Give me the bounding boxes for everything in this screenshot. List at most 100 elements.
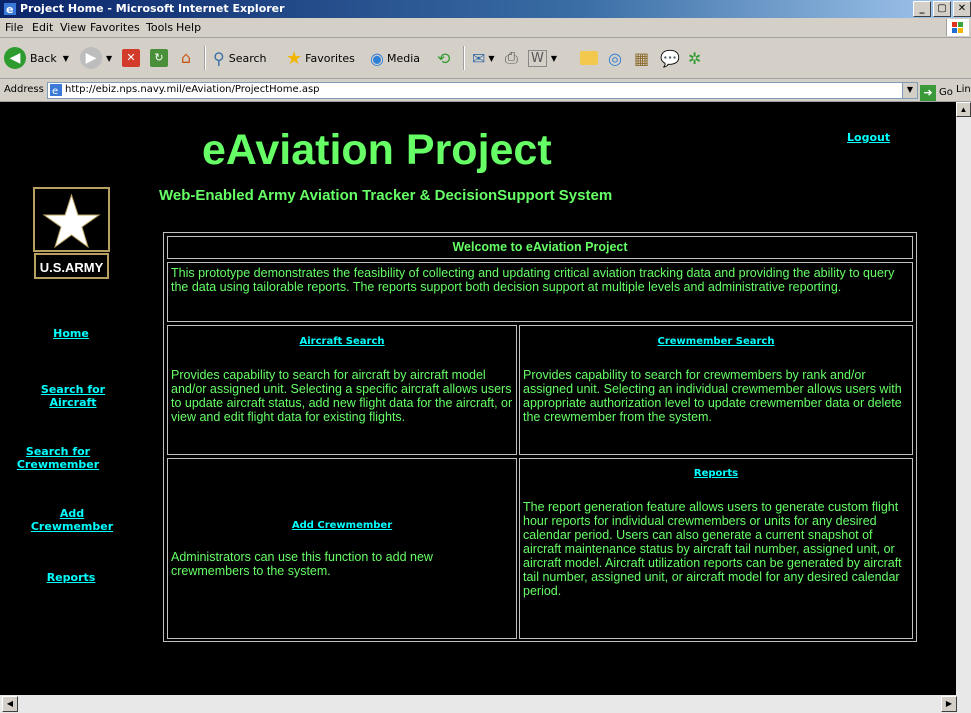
home-button[interactable]: ⌂ (176, 46, 196, 70)
address-input[interactable]: e http://ebiz.nps.navy.mil/eAviation/Pro… (47, 82, 918, 99)
print-button[interactable]: ⎙ (505, 46, 518, 70)
nav-search-aircraft-label-2: Aircraft (49, 396, 97, 409)
address-bar: Address e http://ebiz.nps.navy.mil/eAvia… (0, 79, 971, 102)
window-title-bar: e Project Home - Microsoft Internet Expl… (0, 0, 971, 18)
menu-favorites[interactable]: Favorites (90, 18, 140, 37)
nav-search-crew-label-2: Crewmember (16, 458, 100, 471)
nav-reports-link[interactable]: Reports (21, 571, 121, 584)
svg-text:e: e (52, 86, 58, 96)
media-label: Media (386, 51, 421, 65)
add-crewmember-cell: Add Crewmember Administrators can use th… (167, 458, 517, 639)
us-army-logo: U.S.ARMY (33, 187, 110, 294)
stop-button[interactable]: ✕ (122, 46, 140, 70)
people-icon: ✲ (688, 48, 702, 68)
address-dropdown-icon[interactable]: ▼ (902, 83, 917, 98)
scroll-left-icon[interactable]: ◀ (2, 696, 18, 712)
vertical-scrollbar[interactable]: ▲ (956, 102, 971, 695)
nav-add-crew-label-2: Crewmember (30, 520, 114, 533)
refresh-button[interactable]: ↻ (150, 46, 168, 70)
aircraft-search-link[interactable]: Aircraft Search (299, 336, 384, 347)
window-title: Project Home - Microsoft Internet Explor… (20, 2, 285, 15)
nav-search-crewmember-link[interactable]: Search for Crewmember (8, 445, 108, 471)
media-button[interactable]: ◉ Media (370, 46, 420, 70)
edit-icon: W (528, 49, 547, 67)
mail-button[interactable]: ✉ ▼ (472, 46, 495, 70)
minimize-button[interactable]: _ (913, 1, 931, 17)
nav-add-crew-label-1: Add (59, 507, 85, 520)
print-icon: ⎙ (505, 48, 518, 67)
messenger-extra-button[interactable]: ✲ (688, 46, 701, 70)
address-label: Address (4, 84, 44, 95)
menu-view[interactable]: View (60, 18, 86, 37)
refresh-icon: ↻ (150, 49, 168, 67)
svg-text:e: e (6, 3, 13, 16)
mail-icon: ✉ (472, 48, 486, 68)
nav-reports-label: Reports (46, 571, 96, 584)
nav-home-link[interactable]: Home (21, 327, 121, 340)
crewmember-search-cell: Crewmember Search Provides capability to… (519, 325, 913, 455)
go-label: Go (939, 87, 953, 98)
favorites-button[interactable]: ★ Favorites (286, 46, 355, 70)
scroll-up-icon[interactable]: ▲ (956, 102, 971, 117)
chevron-down-icon: ▼ (62, 53, 69, 63)
search-button[interactable]: ⚲ Search (213, 46, 267, 70)
forward-button[interactable]: ▶ ▼ (80, 46, 112, 70)
research-button[interactable]: ▦ (634, 46, 649, 70)
scroll-right-icon[interactable]: ▶ (941, 696, 957, 712)
chevron-down-icon: ▼ (488, 53, 495, 63)
menu-tools[interactable]: Tools (146, 18, 173, 37)
back-button[interactable]: ◀ Back ▼ (4, 46, 69, 70)
home-icon: ⌂ (180, 48, 192, 67)
folder-button[interactable] (580, 46, 598, 70)
discuss-button[interactable]: 💬 (660, 46, 680, 70)
add-crewmember-link[interactable]: Add Crewmember (292, 520, 392, 531)
stop-icon: ✕ (122, 49, 140, 67)
crewmember-search-link[interactable]: Crewmember Search (658, 336, 775, 347)
crewmember-search-text: Provides capability to search for crewme… (523, 368, 902, 424)
favorites-label: Favorites (305, 51, 355, 65)
reports-link[interactable]: Reports (694, 468, 738, 479)
forward-arrow-icon: ▶ (80, 47, 102, 69)
back-arrow-icon: ◀ (4, 47, 26, 69)
welcome-table: Welcome to eAviation Project This protot… (163, 232, 917, 642)
page-viewport: Logout eAviation Project Web-Enabled Arm… (0, 102, 956, 695)
back-label: Back (30, 51, 57, 65)
menu-edit[interactable]: Edit (32, 18, 53, 37)
welcome-heading: Welcome to eAviation Project (167, 236, 913, 259)
page-title: eAviation Project (202, 126, 552, 174)
ie-icon: e (4, 3, 16, 16)
media-icon: ◉ (370, 48, 384, 68)
nav-search-crew-label-1: Search for (25, 445, 91, 458)
search-icon: ⚲ (213, 48, 225, 68)
discuss-icon: 💬 (660, 48, 680, 68)
logout-link[interactable]: Logout (847, 131, 890, 144)
maximize-button[interactable]: ▢ (933, 1, 951, 17)
menu-help[interactable]: Help (176, 18, 201, 37)
go-button[interactable]: ➜ Go (920, 82, 953, 104)
chevron-down-icon: ▼ (106, 53, 113, 63)
reports-text: The report generation feature allows use… (523, 500, 902, 598)
nav-add-crewmember-link[interactable]: Add Crewmember (22, 507, 122, 533)
page-subtitle: Web-Enabled Army Aviation Tracker & Deci… (159, 187, 613, 204)
close-button[interactable]: ✕ (953, 1, 971, 17)
messenger-icon: ◎ (608, 48, 622, 68)
links-label[interactable]: Links (956, 79, 971, 101)
nav-search-aircraft-link[interactable]: Search for Aircraft (23, 383, 123, 409)
windows-logo-icon (946, 19, 969, 36)
search-label: Search (228, 51, 267, 65)
page-icon: e (50, 84, 62, 96)
go-arrow-icon: ➜ (920, 85, 936, 101)
chevron-down-icon: ▼ (550, 53, 558, 63)
menu-bar: File Edit View Favorites Tools Help (0, 18, 971, 38)
horizontal-scrollbar[interactable]: ◀ ▶ (0, 695, 971, 713)
aircraft-search-text: Provides capability to search for aircra… (171, 368, 513, 424)
nav-search-aircraft-label-1: Search for (40, 383, 106, 396)
add-crewmember-text: Administrators can use this function to … (171, 550, 433, 578)
history-button[interactable]: ⟲ (437, 46, 450, 70)
messenger-button[interactable]: ◎ (608, 46, 622, 70)
star-icon: ★ (286, 47, 303, 69)
edit-button[interactable]: W ▼ (528, 46, 557, 70)
menu-file[interactable]: File (5, 18, 23, 37)
address-url: http://ebiz.nps.navy.mil/eAviation/Proje… (65, 84, 320, 95)
toolbar: ◀ Back ▼ ▶ ▼ ✕ ↻ ⌂ ⚲ Search ★ Favorites … (0, 38, 971, 79)
